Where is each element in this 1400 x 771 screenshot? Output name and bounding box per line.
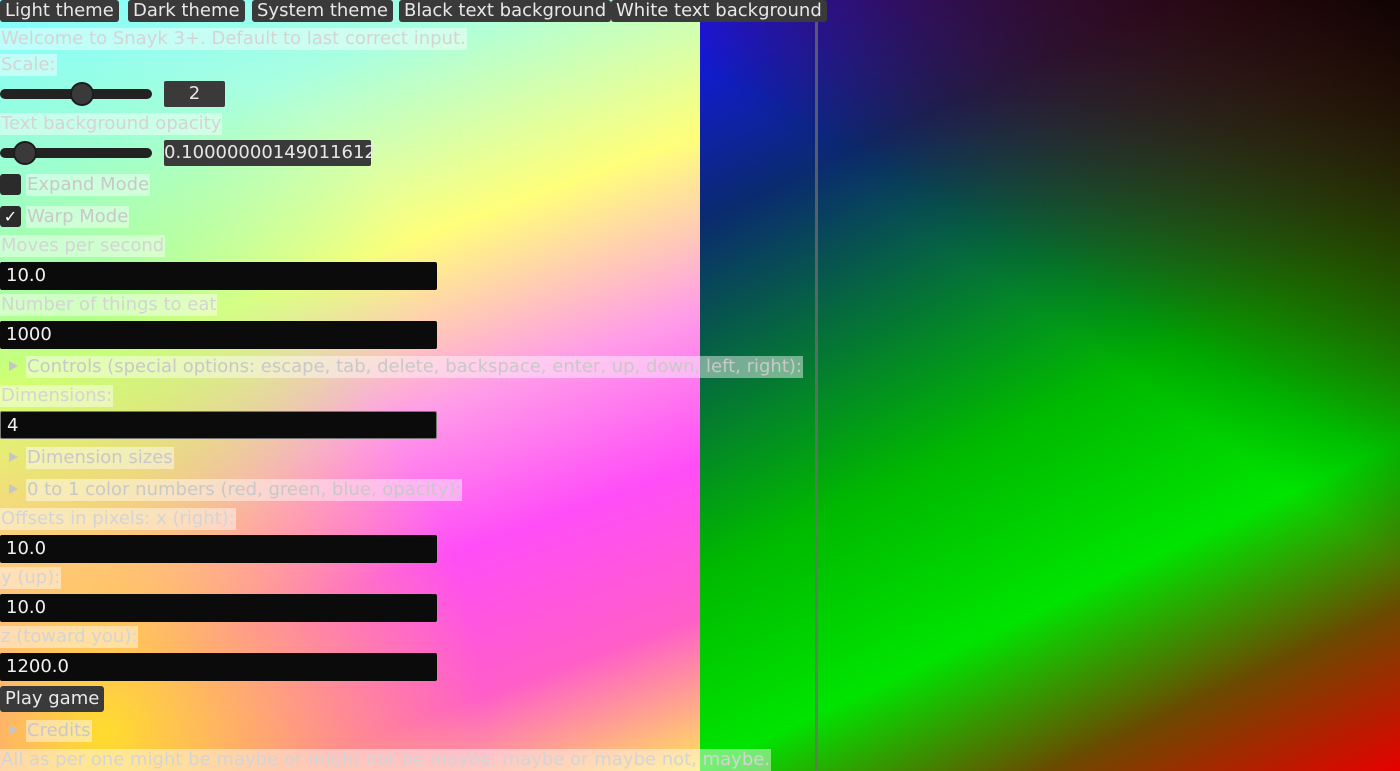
footer-text: All as per one might be maybe or might n…: [0, 749, 772, 771]
warp-mode-label: Warp Mode: [26, 206, 130, 228]
expand-mode-label: Expand Mode: [26, 174, 151, 196]
offset-y-label: y (up):: [0, 567, 62, 589]
moves-per-second-input[interactable]: 10.0: [0, 262, 437, 290]
opacity-label: Text background opacity: [0, 113, 223, 135]
white-text-background-button[interactable]: White text background: [611, 0, 827, 22]
moves-per-second-label: Moves per second: [0, 235, 166, 257]
play-game-button[interactable]: Play game: [0, 686, 105, 712]
offset-z-input[interactable]: 1200.0: [0, 653, 437, 681]
offset-z-label: z (toward you):: [0, 626, 139, 648]
color-numbers-expand-triangle-icon[interactable]: [9, 484, 18, 494]
scale-slider-thumb[interactable]: [70, 82, 94, 106]
things-to-eat-input[interactable]: 1000: [0, 321, 437, 349]
dimension-sizes-expand-triangle-icon[interactable]: [9, 452, 18, 462]
warp-mode-checkbox[interactable]: ✓: [0, 206, 21, 227]
system-theme-button[interactable]: System theme: [252, 0, 393, 22]
black-text-background-button[interactable]: Black text background: [399, 0, 612, 22]
things-to-eat-label: Number of things to eat: [0, 294, 218, 316]
offset-x-input[interactable]: 10.0: [0, 535, 437, 563]
canvas-divider: [815, 0, 818, 771]
color-numbers-summary[interactable]: 0 to 1 color numbers (red, green, blue, …: [26, 479, 463, 501]
game-canvas-right-overlay: [700, 0, 1400, 771]
dimensions-label: Dimensions:: [0, 385, 114, 407]
controls-summary[interactable]: Controls (special options: escape, tab, …: [26, 356, 803, 378]
dark-theme-button[interactable]: Dark theme: [128, 0, 245, 22]
controls-expand-triangle-icon[interactable]: [9, 361, 18, 371]
opacity-slider-thumb[interactable]: [13, 141, 37, 165]
dimensions-input[interactable]: 4: [0, 411, 437, 439]
credits-expand-triangle-icon[interactable]: [9, 725, 18, 735]
scale-value[interactable]: 2: [164, 81, 225, 107]
expand-mode-checkbox[interactable]: [0, 174, 21, 195]
offset-x-label: Offsets in pixels: x (right):: [0, 508, 236, 530]
opacity-value[interactable]: 0.10000000149011612: [164, 140, 376, 166]
dimension-sizes-summary[interactable]: Dimension sizes: [26, 447, 174, 469]
offset-y-input[interactable]: 10.0: [0, 594, 437, 622]
light-theme-button[interactable]: Light theme: [0, 0, 119, 22]
credits-summary[interactable]: Credits: [26, 720, 92, 742]
welcome-text: Welcome to Snayk 3+. Default to last cor…: [0, 28, 467, 50]
scale-label: Scale:: [0, 54, 57, 76]
